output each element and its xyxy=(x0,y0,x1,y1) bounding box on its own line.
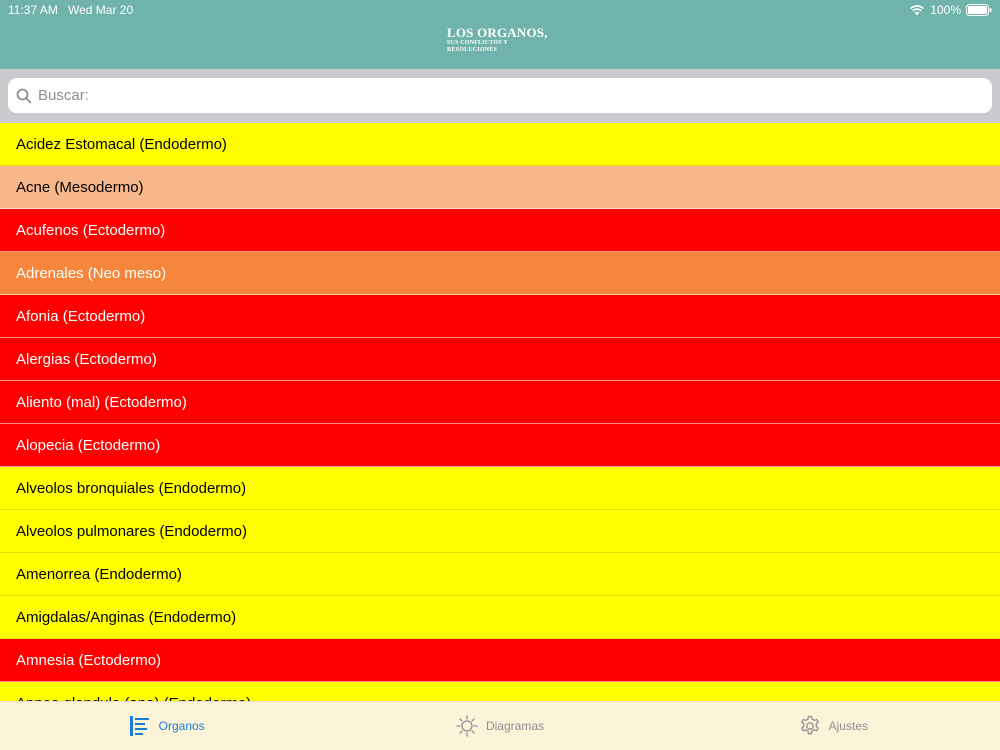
list-item[interactable]: Amenorrea (Endodermo) xyxy=(0,553,1000,596)
list-item[interactable]: Alergias (Ectodermo) xyxy=(0,338,1000,381)
tab-label-ajustes: Ajustes xyxy=(828,719,868,733)
list-item[interactable]: Amigdalas/Anginas (Endodermo) xyxy=(0,596,1000,639)
list-item[interactable]: Alopecia (Ectodermo) xyxy=(0,424,1000,467)
logo-subtitle-2: RESOLUCIONES xyxy=(447,47,498,53)
list-item[interactable]: Acidez Estomacal (Endodermo) xyxy=(0,123,1000,166)
list-icon xyxy=(129,716,149,736)
wifi-icon xyxy=(910,5,925,16)
tab-label-organos: Organos xyxy=(158,719,205,733)
tab-label-diagramas: Diagramas xyxy=(485,719,544,733)
gear-icon xyxy=(800,715,819,735)
list-item[interactable]: Acufenos (Ectodermo) xyxy=(0,209,1000,252)
list-item[interactable]: Afonia (Ectodermo) xyxy=(0,295,1000,338)
battery-icon xyxy=(966,4,992,16)
list-item[interactable]: Apnea glandula (ana) (Endodermo) xyxy=(0,682,1000,701)
status-indicators: 100% xyxy=(909,3,992,17)
list-item[interactable]: Aliento (mal) (Ectodermo) xyxy=(0,381,1000,424)
battery-percent: 100% xyxy=(930,3,961,17)
sun-icon xyxy=(456,715,478,737)
tab-ajustes[interactable]: Ajustes xyxy=(667,702,1000,750)
tab-organos[interactable]: Organos xyxy=(0,702,333,750)
list-item[interactable]: Alveolos bronquiales (Endodermo) xyxy=(0,467,1000,510)
status-date: Wed Mar 20 xyxy=(68,3,134,17)
header-bar: 11:37 AM Wed Mar 20 100% LOS ORGANOS, SU… xyxy=(0,0,1000,69)
logo-subtitle-1: SUS CONFLICTOS Y xyxy=(447,40,508,46)
search-icon xyxy=(16,88,32,103)
app-logo: LOS ORGANOS, SUS CONFLICTOS Y RESOLUCION… xyxy=(447,26,548,54)
list-item[interactable]: Adrenales (Neo meso) xyxy=(0,252,1000,295)
list-item[interactable]: Amnesia (Ectodermo) xyxy=(0,639,1000,682)
list-item[interactable]: Alveolos pulmonares (Endodermo) xyxy=(0,510,1000,553)
list-item[interactable]: Acne (Mesodermo) xyxy=(0,166,1000,209)
tab-bar: Organos Diagramas Ajustes xyxy=(0,701,1000,750)
tab-diagramas[interactable]: Diagramas xyxy=(333,702,666,750)
search-bar[interactable] xyxy=(8,78,992,113)
status-time: 11:37 AM xyxy=(8,3,58,17)
search-input[interactable] xyxy=(38,87,958,104)
organ-list: Acidez Estomacal (Endodermo) Acne (Mesod… xyxy=(0,123,1000,701)
search-area xyxy=(0,69,1000,123)
logo-title: LOS ORGANOS, xyxy=(447,25,548,40)
